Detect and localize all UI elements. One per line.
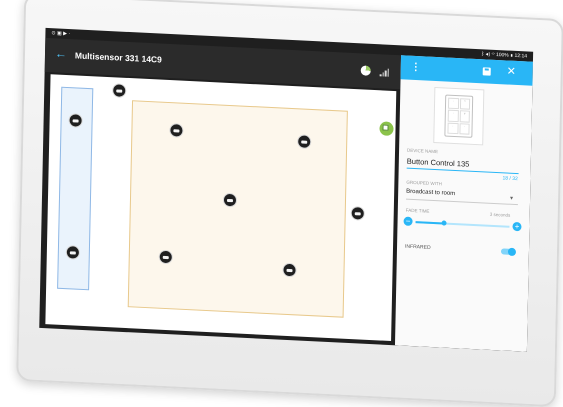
close-icon[interactable]: ✕ bbox=[507, 64, 516, 77]
screen: ⊙ ▣ ▶ · ᛒ ◀) ⌔ 100% ▮ 12:14 ← Multisenso… bbox=[39, 27, 534, 352]
grouped-with-underline bbox=[406, 198, 518, 206]
floor-plan[interactable] bbox=[45, 74, 397, 342]
device-name-counter: 18 / 32 bbox=[502, 175, 518, 183]
grouped-with-label: GROUPED WITH bbox=[406, 179, 442, 187]
button-plate-icon: · ^ · v · · bbox=[444, 94, 474, 138]
device-panel: ⋮ ✕ · ^ · v · · DEVICE NAME Button Control 13… bbox=[394, 55, 533, 352]
tablet-frame: ⊙ ▣ ▶ · ᛒ ◀) ⌔ 100% ▮ 12:14 ← Multisenso… bbox=[16, 0, 563, 407]
chevron-down-icon[interactable]: ▾ bbox=[510, 195, 513, 202]
signal-strength-icon[interactable] bbox=[379, 68, 389, 77]
device-image: · ^ · v · · bbox=[433, 86, 485, 146]
infrared-label: INFRARED bbox=[404, 243, 431, 251]
device-name-underline bbox=[406, 167, 519, 175]
infrared-toggle-knob[interactable] bbox=[507, 247, 517, 257]
panel-toolbar: ⋮ ✕ bbox=[400, 55, 533, 86]
fade-slider-thumb[interactable] bbox=[441, 220, 447, 226]
save-icon[interactable] bbox=[482, 67, 491, 76]
fade-increase-button[interactable]: + bbox=[512, 221, 522, 232]
grouped-with-select[interactable]: Broadcast to room bbox=[406, 189, 455, 197]
coverage-pie-icon[interactable] bbox=[360, 65, 371, 76]
fade-time-value: 3 seconds bbox=[489, 211, 511, 218]
sensor-top[interactable] bbox=[112, 83, 127, 98]
page-title: Multisensor 331 14C9 bbox=[74, 50, 162, 65]
back-arrow-icon[interactable]: ← bbox=[55, 46, 67, 61]
fade-decrease-button[interactable]: − bbox=[403, 216, 413, 227]
device-name-label: DEVICE NAME bbox=[407, 147, 439, 155]
device-name-input[interactable]: Button Control 135 bbox=[407, 157, 470, 169]
sensor-right[interactable] bbox=[350, 205, 365, 221]
sensor-selected[interactable] bbox=[379, 121, 394, 136]
fade-slider-fill bbox=[415, 221, 444, 225]
zone-main[interactable] bbox=[127, 100, 348, 318]
fade-time-label: FADE TIME bbox=[405, 207, 430, 214]
more-vert-icon[interactable]: ⋮ bbox=[411, 62, 421, 73]
